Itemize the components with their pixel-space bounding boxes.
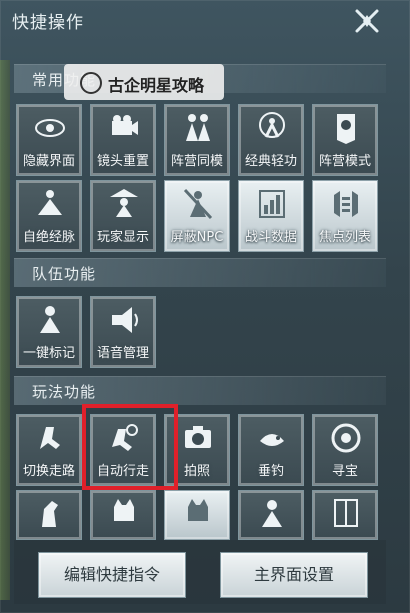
jump-icon [259,112,285,138]
horse-icon [42,501,58,527]
fishing-button[interactable]: 垂钓 [238,414,304,486]
voice-manage-label: 语音管理 [96,346,149,361]
treasure-icon [331,423,361,453]
main-ui-settings-button[interactable]: 主界面设置 [220,552,368,598]
watermark: 古企明星攻略 [64,64,224,100]
one-key-mark-button[interactable]: 一键标记 [16,296,82,368]
hat-figure-icon [110,189,138,217]
player-display-label: 玩家显示 [96,230,149,245]
person-button[interactable] [238,490,304,540]
focus-list-button[interactable]: 焦点列表 [312,180,378,252]
cat2-icon [188,499,208,521]
banner-icon [337,114,355,144]
cat-button[interactable] [90,490,156,540]
hide-npc-button[interactable]: 屏蔽NPC [164,180,230,252]
panel-title: 快捷操作 [12,13,84,33]
toggle-walk-label: 切换走路 [22,464,75,479]
hide-ui-button[interactable]: 隐藏界面 [16,104,82,176]
toggle-walk-button[interactable]: 切换走路 [16,414,82,486]
fishing-label: 垂钓 [257,464,284,479]
quick-actions-panel: 快捷操作 常用功能 隐藏界面 镜头重置 阵营同模 经典轻功 阵营模式 自绝经脉 … [0,0,410,613]
figures-icon [186,114,210,141]
fishing-icon [260,434,284,446]
focus-list-label: 焦点列表 [318,230,371,245]
faction-same-model-button[interactable]: 阵营同模 [164,104,230,176]
hide-npc-label: 屏蔽NPC [170,230,224,245]
faction-same-model-label: 阵营同模 [170,154,223,169]
npc-hide-icon [183,188,213,220]
horse-button[interactable] [16,490,82,540]
section-team: 队伍功能 [14,258,386,287]
close-icon[interactable] [352,6,382,36]
megaphone-icon [112,307,138,333]
edit-shortcuts-button[interactable]: 编辑快捷指令 [38,552,186,598]
classic-qinggong-label: 经典轻功 [244,154,297,169]
meditate-icon [38,190,62,215]
cabinet-icon [334,499,358,527]
photo-icon [185,426,211,448]
faction-mode-label: 阵营模式 [318,154,371,169]
self-sever-meridians-button[interactable]: 自绝经脉 [16,180,82,252]
cat-icon [114,499,134,521]
auto-walk-highlight [82,404,178,490]
watermark-logo-icon [80,72,102,94]
player-display-button[interactable]: 玩家显示 [90,180,156,252]
self-sever-meridians-label: 自绝经脉 [22,230,75,245]
cabinet-button[interactable] [312,490,378,540]
combat-data-button[interactable]: 战斗数据 [238,180,304,252]
voice-manage-button[interactable]: 语音管理 [90,296,156,368]
treasure-label: 寻宝 [331,464,358,479]
focus-list-icon [334,191,358,217]
camera-reset-button[interactable]: 镜头重置 [90,104,156,176]
camera-reset-label: 镜头重置 [96,154,149,169]
cat2-button[interactable] [164,490,230,540]
section-gameplay-label: 玩法功能 [32,383,97,401]
section-gameplay: 玩法功能 [14,376,386,405]
walk-icon [40,427,60,449]
mark-icon [40,306,60,333]
combat-data-label: 战斗数据 [244,230,297,245]
section-team-label: 队伍功能 [32,265,97,283]
person-icon [262,500,282,527]
classic-qinggong-button[interactable]: 经典轻功 [238,104,304,176]
treasure-button[interactable]: 寻宝 [312,414,378,486]
one-key-mark-label: 一键标记 [22,346,75,361]
faction-mode-button[interactable]: 阵营模式 [312,104,378,176]
background-scene-edge [0,60,10,600]
watermark-text: 古企明星攻略 [108,76,205,95]
eye-icon [35,119,65,137]
hide-ui-label: 隐藏界面 [22,154,75,169]
chart-icon [259,190,285,218]
camera-icon [112,115,138,135]
